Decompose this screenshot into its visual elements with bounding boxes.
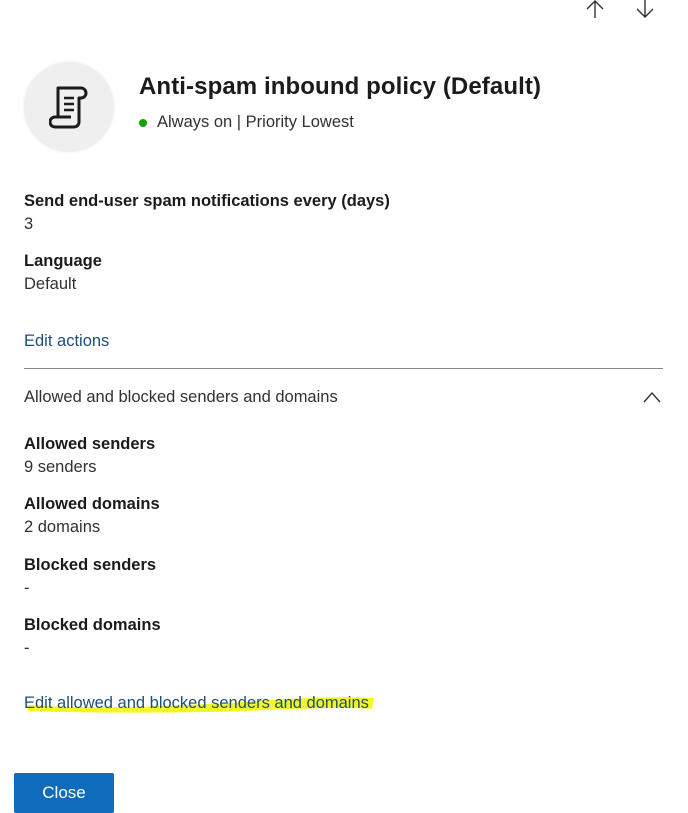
edit-actions-link[interactable]: Edit actions <box>24 330 109 352</box>
field-label: Blocked senders <box>24 556 157 574</box>
field-notification-frequency: Send end-user spam notifications every (… <box>24 190 390 235</box>
field-value: 2 domains <box>24 518 101 536</box>
allowed-blocked-section-toggle[interactable]: Allowed and blocked senders and domains <box>24 386 664 410</box>
scroll-icon <box>49 86 88 129</box>
edit-senders-link-wrapper: Edit allowed and blocked senders and dom… <box>24 692 374 714</box>
page-title: Anti-spam inbound policy (Default) <box>139 73 542 100</box>
chevron-up-icon <box>640 386 664 408</box>
section-divider <box>24 368 663 369</box>
field-label: Allowed senders <box>24 435 156 453</box>
field-value: 9 senders <box>24 458 97 476</box>
status-dot-icon <box>139 118 147 127</box>
arrow-down-icon <box>636 0 654 18</box>
field-allowed-domains: Allowed domains 2 domains <box>24 493 160 538</box>
field-value: - <box>24 579 30 597</box>
field-allowed-senders: Allowed senders 9 senders <box>24 433 155 478</box>
policy-avatar <box>24 62 114 152</box>
next-item-button[interactable] <box>630 0 660 24</box>
status-text: Always on | Priority Lowest <box>157 113 354 131</box>
field-blocked-domains: Blocked domains - <box>24 614 161 659</box>
field-value: - <box>24 639 30 657</box>
field-label: Language <box>24 252 102 270</box>
field-label: Send end-user spam notifications every (… <box>24 192 390 210</box>
field-blocked-senders: Blocked senders - <box>24 554 156 599</box>
field-value: Default <box>24 275 77 293</box>
field-language: Language Default <box>24 250 102 295</box>
policy-status: Always on | Priority Lowest <box>139 113 354 132</box>
previous-item-button[interactable] <box>580 0 610 24</box>
field-label: Allowed domains <box>24 495 160 513</box>
close-button[interactable]: Close <box>14 773 114 813</box>
section-title: Allowed and blocked senders and domains <box>24 388 338 406</box>
arrow-up-icon <box>586 0 604 18</box>
field-label: Blocked domains <box>24 616 161 634</box>
field-value: 3 <box>24 215 34 233</box>
edit-allowed-blocked-link[interactable]: Edit allowed and blocked senders and dom… <box>24 694 369 712</box>
